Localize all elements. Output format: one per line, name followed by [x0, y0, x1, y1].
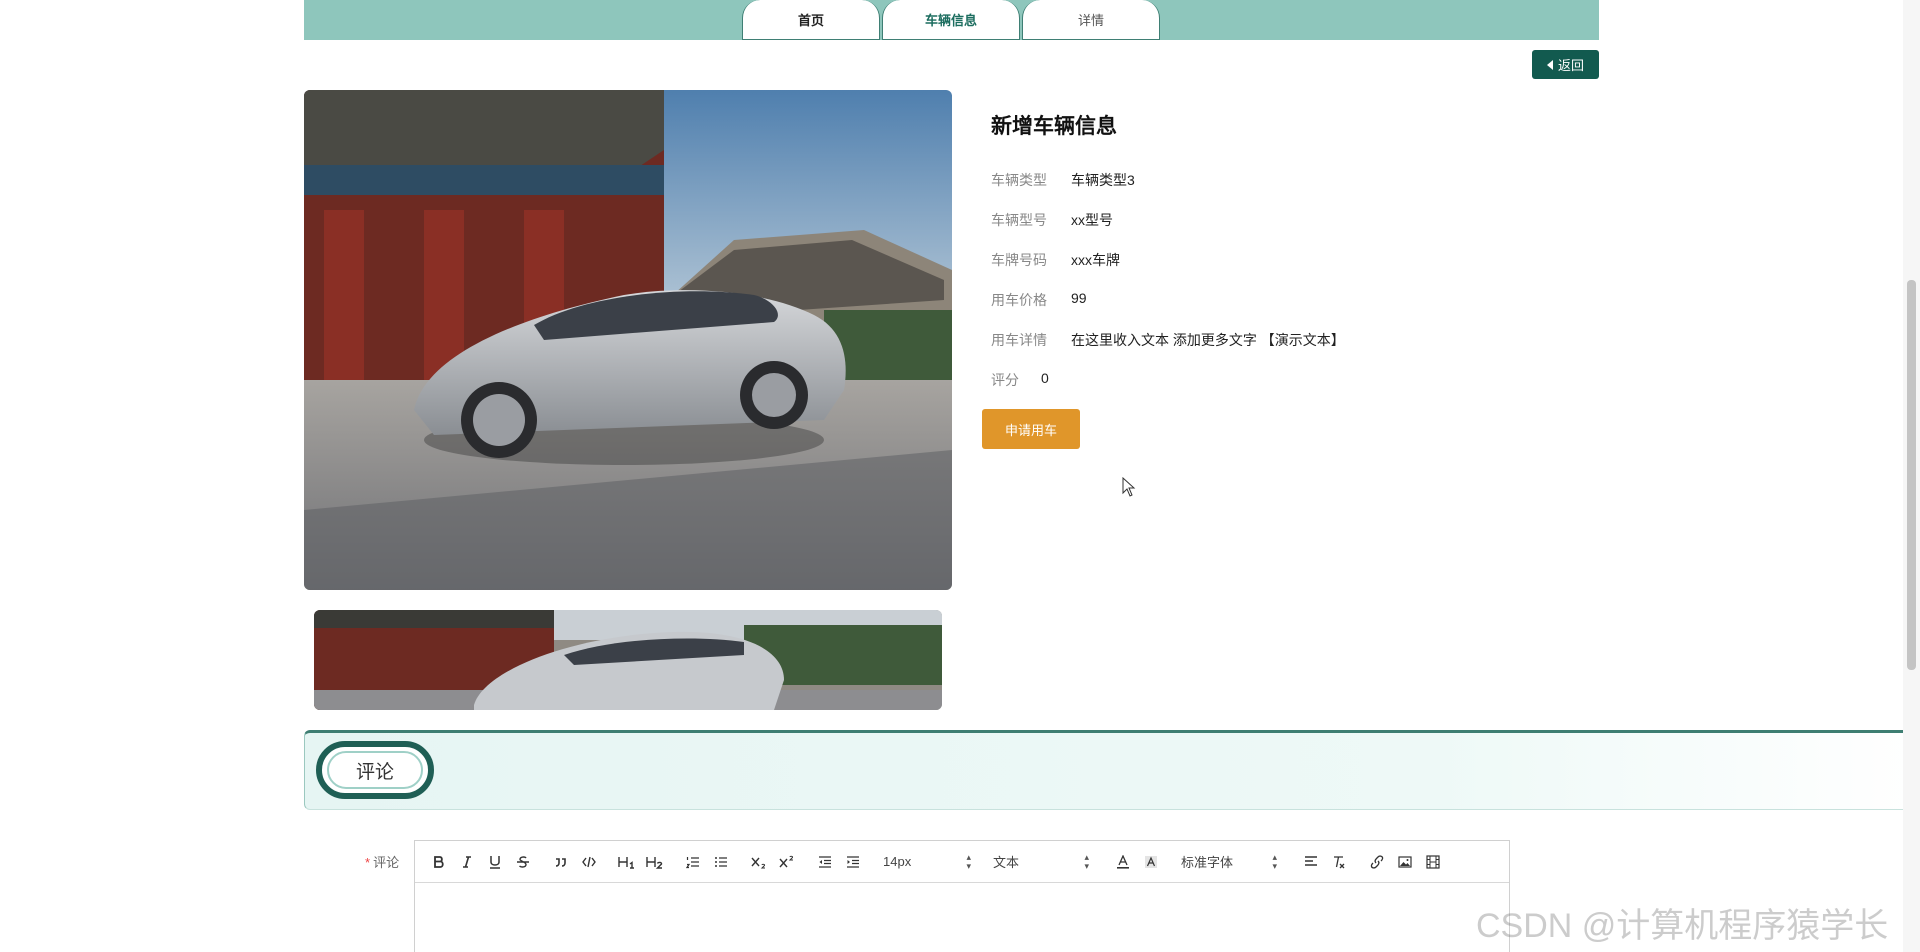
- vehicle-title: 新增车辆信息: [991, 115, 1117, 138]
- background-color-icon[interactable]: [1139, 850, 1163, 874]
- header-select[interactable]: 文本 ▴ ▾: [989, 850, 1093, 874]
- back-button[interactable]: 返回: [1532, 50, 1599, 79]
- select-arrows-icon: ▴ ▾: [1272, 851, 1277, 871]
- select-arrows-icon: ▴ ▾: [966, 851, 971, 871]
- detail-value: 99: [1071, 290, 1087, 306]
- tab-vehicle-info[interactable]: 车辆信息: [882, 0, 1020, 40]
- watermark: CSDN @计算机程序猿学长: [1476, 907, 1889, 945]
- tab-detail[interactable]: 详情: [1022, 0, 1160, 40]
- detail-value: 车辆类型3: [1071, 172, 1135, 188]
- caret-left-icon: [1546, 59, 1553, 70]
- outdent-icon[interactable]: [813, 850, 837, 874]
- page-scrollbar[interactable]: [1903, 0, 1920, 952]
- font-family-value: 标准字体: [1181, 855, 1234, 870]
- align-icon[interactable]: [1299, 850, 1323, 874]
- code-icon[interactable]: [577, 850, 601, 874]
- video-icon[interactable]: [1421, 850, 1445, 874]
- editor-toolbar: 14px ▴ ▾ 文本 ▴ ▾ 标准字体 ▴ ▾: [415, 841, 1509, 883]
- comment-section-header: [304, 730, 1920, 810]
- comment-section-title: 评论: [327, 751, 423, 789]
- detail-label: 用车价格: [991, 292, 1047, 308]
- detail-value: 在这里收入文本 添加更多文字 【演示文本】: [1071, 332, 1345, 348]
- vehicle-thumbnail-image[interactable]: [314, 610, 942, 710]
- font-color-icon[interactable]: [1111, 850, 1135, 874]
- detail-label: 车辆类型: [991, 172, 1047, 188]
- apply-vehicle-button[interactable]: 申请用车: [982, 409, 1080, 449]
- detail-row-price: 用车价格 99: [991, 290, 1087, 310]
- tab-home[interactable]: 首页: [742, 0, 880, 40]
- vehicle-main-image: [304, 90, 952, 590]
- ordered-list-icon[interactable]: [681, 850, 705, 874]
- detail-label: 车牌号码: [991, 252, 1047, 268]
- blockquote-icon[interactable]: [549, 850, 573, 874]
- detail-row-type: 车辆类型 车辆类型3: [991, 170, 1135, 190]
- superscript-icon[interactable]: [775, 850, 799, 874]
- detail-value: xxx车牌: [1071, 252, 1120, 268]
- clear-format-icon[interactable]: [1327, 850, 1351, 874]
- header-select-value: 文本: [993, 855, 1020, 870]
- font-family-select[interactable]: 标准字体 ▴ ▾: [1177, 850, 1281, 874]
- select-arrows-icon: ▴ ▾: [1084, 851, 1089, 871]
- required-mark: *: [365, 855, 371, 870]
- image-icon[interactable]: [1393, 850, 1417, 874]
- detail-value: xx型号: [1071, 212, 1113, 228]
- font-size-value: 14px: [883, 854, 912, 869]
- comment-editor: 14px ▴ ▾ 文本 ▴ ▾ 标准字体 ▴ ▾: [414, 840, 1510, 952]
- underline-icon[interactable]: [483, 850, 507, 874]
- strike-icon[interactable]: [511, 850, 535, 874]
- h1-icon[interactable]: [615, 850, 639, 874]
- detail-row-model: 车辆型号 xx型号: [991, 210, 1113, 230]
- detail-label: 车辆型号: [991, 212, 1047, 228]
- detail-row-description: 用车详情 在这里收入文本 添加更多文字 【演示文本】: [991, 330, 1345, 350]
- detail-label: 用车详情: [991, 332, 1047, 348]
- italic-icon[interactable]: [455, 850, 479, 874]
- detail-row-score: 评分 0: [991, 370, 1049, 390]
- bold-icon[interactable]: [427, 850, 451, 874]
- scrollbar-thumb[interactable]: [1907, 280, 1916, 670]
- font-size-select[interactable]: 14px ▴ ▾: [879, 850, 975, 874]
- nav-tabs: 首页 车辆信息 详情: [742, 0, 1162, 40]
- indent-icon[interactable]: [841, 850, 865, 874]
- link-icon[interactable]: [1365, 850, 1389, 874]
- mouse-cursor-icon: [1122, 477, 1136, 497]
- score-value: 0: [1041, 370, 1049, 386]
- subscript-icon[interactable]: [747, 850, 771, 874]
- h2-icon[interactable]: [643, 850, 667, 874]
- bullet-list-icon[interactable]: [709, 850, 733, 874]
- score-label: 评分: [991, 372, 1019, 388]
- comment-field-label: * 评论: [365, 855, 400, 870]
- back-button-label: 返回: [1557, 58, 1584, 73]
- detail-row-plate: 车牌号码 xxx车牌: [991, 250, 1120, 270]
- comment-section-badge: 评论: [316, 741, 434, 799]
